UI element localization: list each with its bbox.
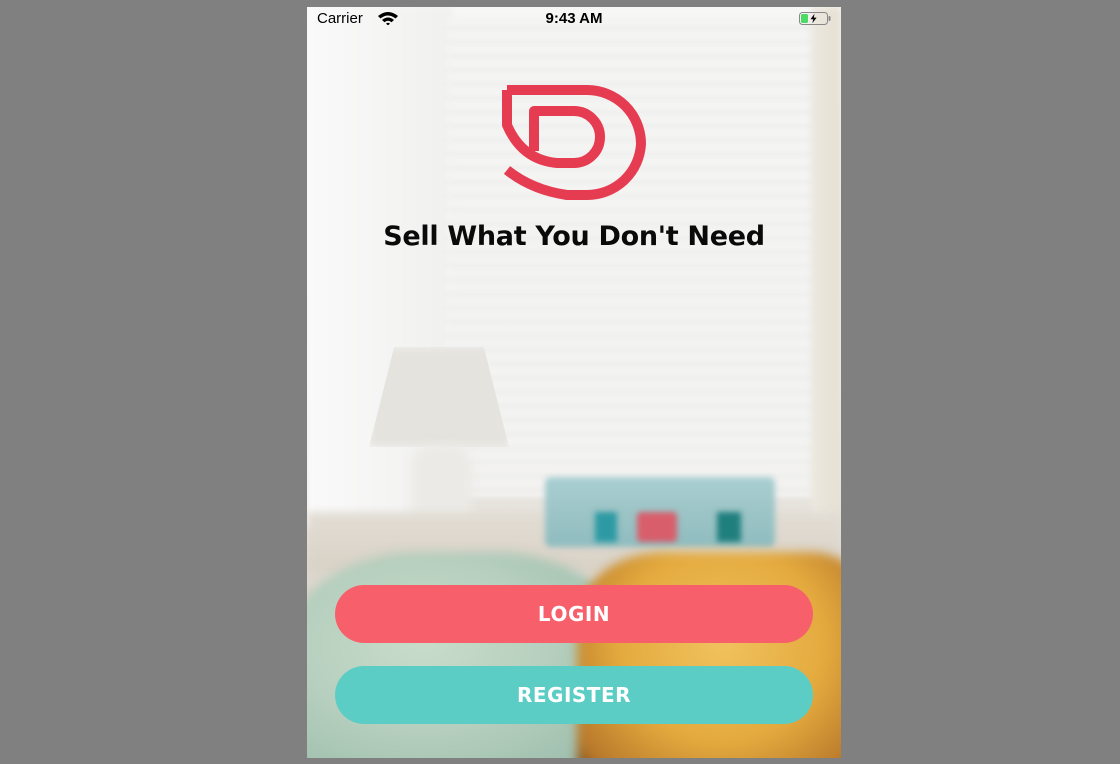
battery-charging-icon bbox=[799, 12, 832, 25]
brand-logo-icon bbox=[502, 85, 647, 201]
phone-screen: Carrier 9:43 AM Sell What You Don't Need… bbox=[307, 7, 841, 758]
login-button[interactable]: LOGIN bbox=[335, 585, 813, 643]
register-button-label: REGISTER bbox=[516, 683, 632, 707]
login-button-label: LOGIN bbox=[537, 602, 611, 626]
tagline-heading: Sell What You Don't Need bbox=[383, 221, 765, 252]
status-bar: Carrier 9:43 AM bbox=[307, 7, 841, 29]
clock-time: 9:43 AM bbox=[545, 10, 603, 27]
register-button[interactable]: REGISTER bbox=[335, 666, 813, 724]
